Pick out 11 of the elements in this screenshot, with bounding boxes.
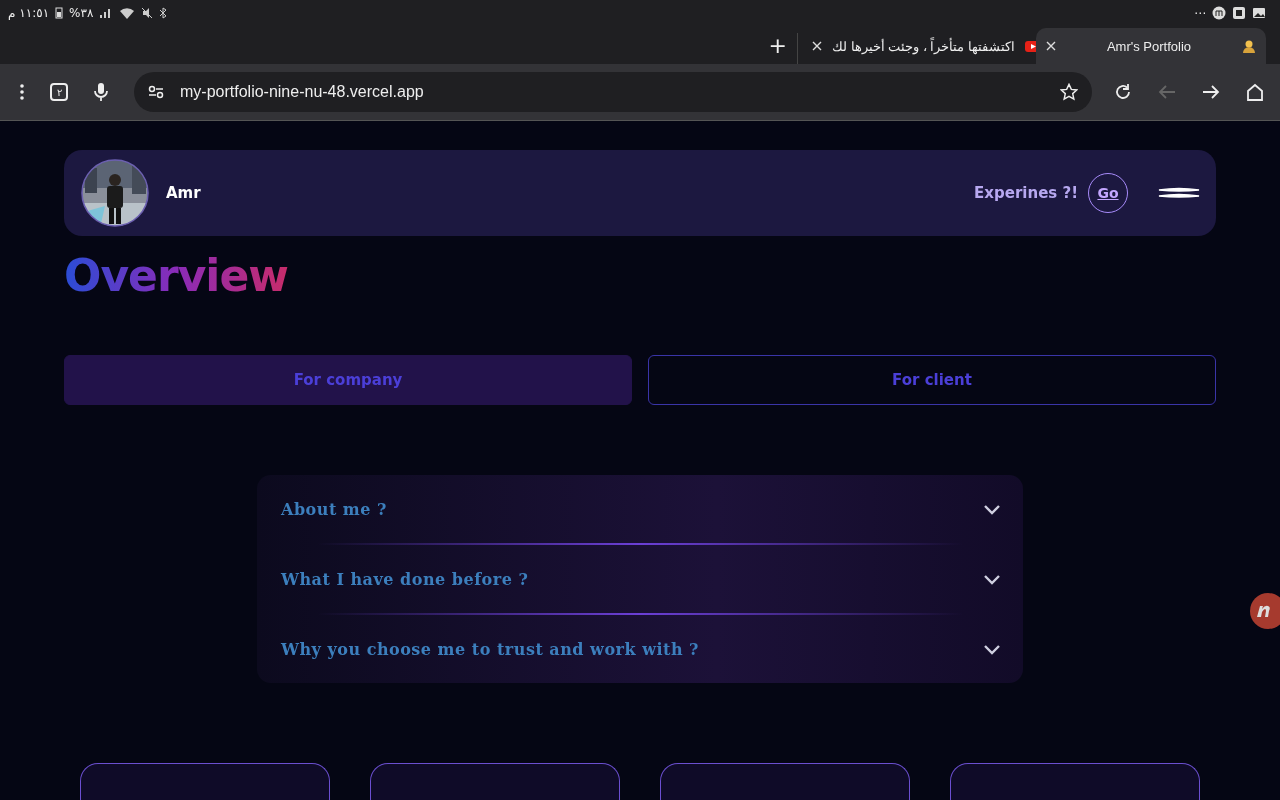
faq-item[interactable]: What I have done before ? — [257, 545, 1023, 613]
browser-tab[interactable]: Amr's Portfolio — [1036, 28, 1266, 64]
experience-prompt: Experines ?! — [974, 184, 1078, 202]
battery-level: ٣٨% — [69, 6, 94, 20]
faq-item[interactable]: About me ? — [257, 475, 1023, 543]
user-name: Amr — [166, 184, 201, 202]
status-time: ١١:٥١ م — [8, 6, 50, 20]
address-bar[interactable]: my-portfolio-nine-nu-48.vercel.app — [134, 72, 1092, 112]
tab-count-button[interactable]: ٢ — [50, 83, 68, 101]
more-indicator: ⋯ — [1194, 6, 1206, 20]
faq-item[interactable]: Why you choose me to trust and work with ? — [257, 615, 1023, 683]
